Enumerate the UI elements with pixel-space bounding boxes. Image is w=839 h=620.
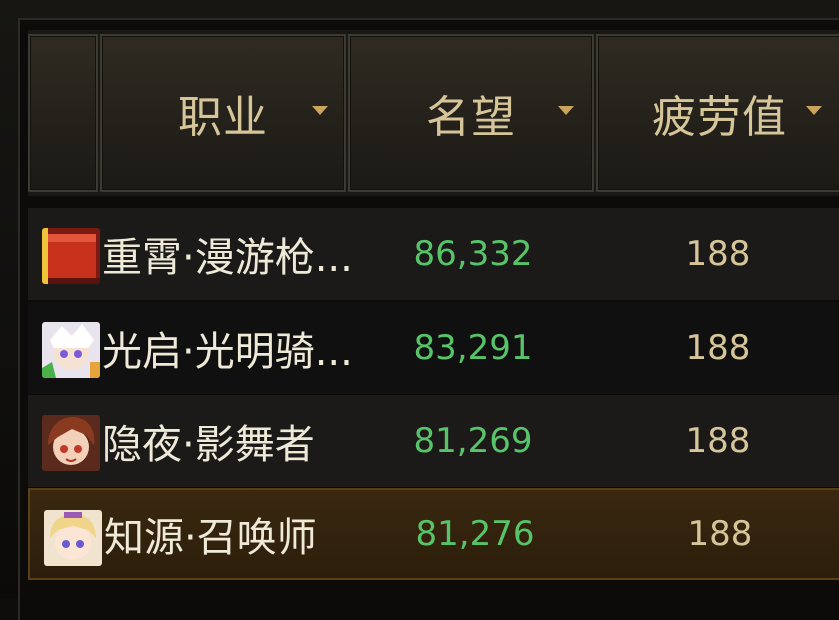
header-fatigue-label: 疲劳值 bbox=[652, 92, 787, 143]
header-blank-cell bbox=[28, 34, 98, 192]
class-avatar-icon bbox=[42, 322, 100, 378]
table-header: 职业 名望 疲劳值 bbox=[28, 30, 839, 196]
sort-down-icon[interactable] bbox=[806, 106, 822, 115]
header-fame-label: 名望 bbox=[426, 92, 516, 143]
header-job-label: 职业 bbox=[178, 92, 268, 143]
job-name: 光启·光明骑... bbox=[102, 329, 353, 375]
job-name: 知源·召唤师 bbox=[104, 515, 317, 561]
table-row[interactable]: 隐夜·影舞者 81,269 188 bbox=[28, 395, 839, 487]
class-avatar-icon bbox=[42, 228, 100, 284]
class-avatar-icon bbox=[42, 415, 100, 471]
fatigue-value: 188 bbox=[687, 514, 753, 554]
table-bottom bbox=[28, 582, 839, 598]
job-name: 重霄·漫游枪... bbox=[102, 235, 353, 281]
header-fatigue-column[interactable]: 疲劳值 bbox=[596, 34, 839, 192]
fame-value: 81,269 bbox=[413, 421, 533, 461]
fatigue-value: 188 bbox=[685, 234, 751, 274]
table-row[interactable]: 重霄·漫游枪... 86,332 188 bbox=[28, 208, 839, 300]
sort-down-icon[interactable] bbox=[558, 106, 574, 115]
fame-value: 83,291 bbox=[413, 328, 533, 368]
fame-value: 86,332 bbox=[413, 234, 533, 274]
fatigue-value: 188 bbox=[685, 328, 751, 368]
header-job-column[interactable]: 职业 bbox=[100, 34, 346, 192]
sort-down-icon[interactable] bbox=[312, 106, 328, 115]
table-row-selected[interactable]: 知源·召唤师 81,276 188 bbox=[28, 488, 839, 580]
header-fame-column[interactable]: 名望 bbox=[348, 34, 594, 192]
class-avatar-icon bbox=[44, 510, 102, 566]
table-row[interactable]: 光启·光明骑... 83,291 188 bbox=[28, 302, 839, 394]
job-name: 隐夜·影舞者 bbox=[102, 422, 315, 468]
fatigue-value: 188 bbox=[685, 421, 751, 461]
fame-value: 81,276 bbox=[415, 514, 535, 554]
